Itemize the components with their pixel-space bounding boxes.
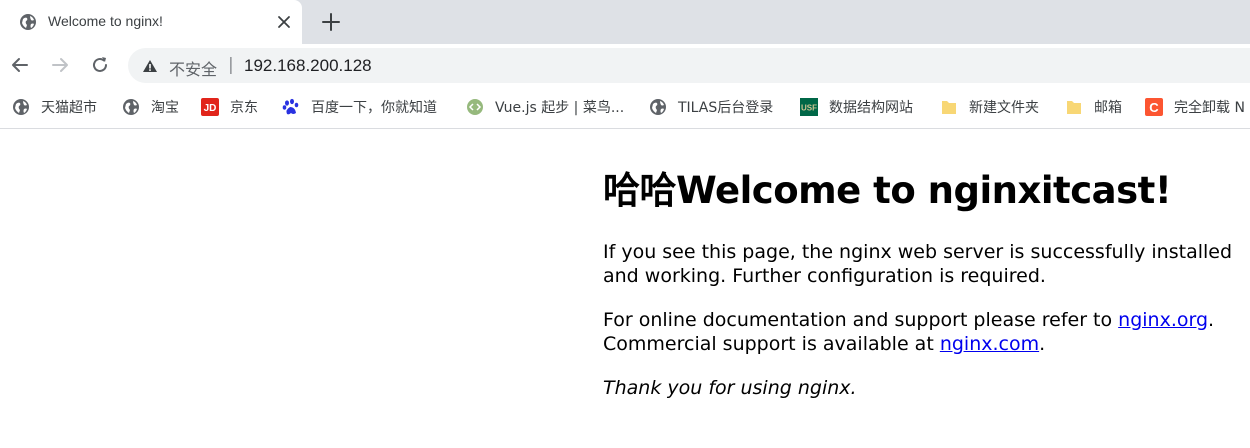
bookmark-label: 邮箱: [1094, 100, 1122, 116]
nginx-com-link[interactable]: nginx.com: [940, 333, 1039, 355]
tab-active[interactable]: Welcome to nginx!: [0, 0, 302, 44]
jd-logo-text: JD: [204, 103, 217, 114]
page-content: 哈哈Welcome to nginxitcast! If you see thi…: [603, 160, 1243, 400]
bookmark-label: 百度一下，你就知道: [311, 100, 437, 116]
globe-icon: [123, 99, 139, 115]
bookmark-label: 淘宝: [151, 100, 179, 116]
bookmark-label: 数据结构网站: [829, 100, 913, 116]
globe-icon: [20, 14, 36, 30]
bookmark-label: TILAS后台登录: [678, 100, 774, 116]
tab-title: Welcome to nginx!: [48, 13, 163, 29]
url-text[interactable]: 192.168.200.128: [244, 56, 372, 76]
runoob-icon: [467, 99, 483, 115]
jd-icon: JD: [201, 98, 219, 116]
csdn-icon: C: [1145, 98, 1163, 116]
intro-paragraph: If you see this page, the nginx web serv…: [603, 241, 1233, 287]
bookmark-label: 完全卸载 N: [1174, 100, 1245, 116]
bookmark-label: 新建文件夹: [969, 100, 1039, 116]
security-label[interactable]: 不安全: [169, 56, 217, 80]
bookmarks-bar: 天猫超市 淘宝 JD 京东 百度一下，你就知道 Vue.js 起步 | 菜鸟..…: [0, 86, 1250, 129]
usf-icon: USF: [800, 98, 818, 116]
toolbar: 不安全 | 192.168.200.128: [0, 44, 1250, 86]
folder-icon: [942, 101, 956, 114]
new-tab-icon[interactable]: [320, 11, 342, 33]
commercial-text: Commercial support is available at: [603, 333, 940, 355]
baidu-paw-icon: [282, 98, 299, 115]
support-text: For online documentation and support ple…: [603, 309, 1119, 331]
period: .: [1208, 309, 1215, 331]
tab-strip: Welcome to nginx!: [0, 0, 1250, 44]
reload-icon[interactable]: [89, 54, 111, 76]
forward-icon[interactable]: [49, 54, 71, 76]
back-icon[interactable]: [9, 54, 31, 76]
globe-icon: [13, 99, 29, 115]
usf-logo-text: USF: [801, 104, 817, 113]
bookmark-label: Vue.js 起步 | 菜鸟...: [495, 100, 625, 116]
csdn-logo-text: C: [1149, 100, 1159, 115]
folder-icon: [1067, 101, 1081, 114]
bookmark-label: 天猫超市: [41, 100, 97, 116]
bookmark-label: 京东: [230, 100, 258, 116]
thanks-paragraph: Thank you for using nginx.: [603, 377, 857, 399]
support-paragraph: For online documentation and support ple…: [603, 308, 1243, 356]
warning-icon[interactable]: [142, 58, 158, 74]
globe-icon: [650, 99, 666, 115]
nginx-org-link[interactable]: nginx.org: [1118, 309, 1208, 331]
address-separator: |: [228, 55, 234, 75]
page-heading: 哈哈Welcome to nginxitcast!: [603, 169, 1172, 212]
address-bar[interactable]: 不安全 | 192.168.200.128: [128, 48, 1250, 83]
close-icon[interactable]: [274, 12, 294, 32]
period: .: [1039, 333, 1046, 355]
